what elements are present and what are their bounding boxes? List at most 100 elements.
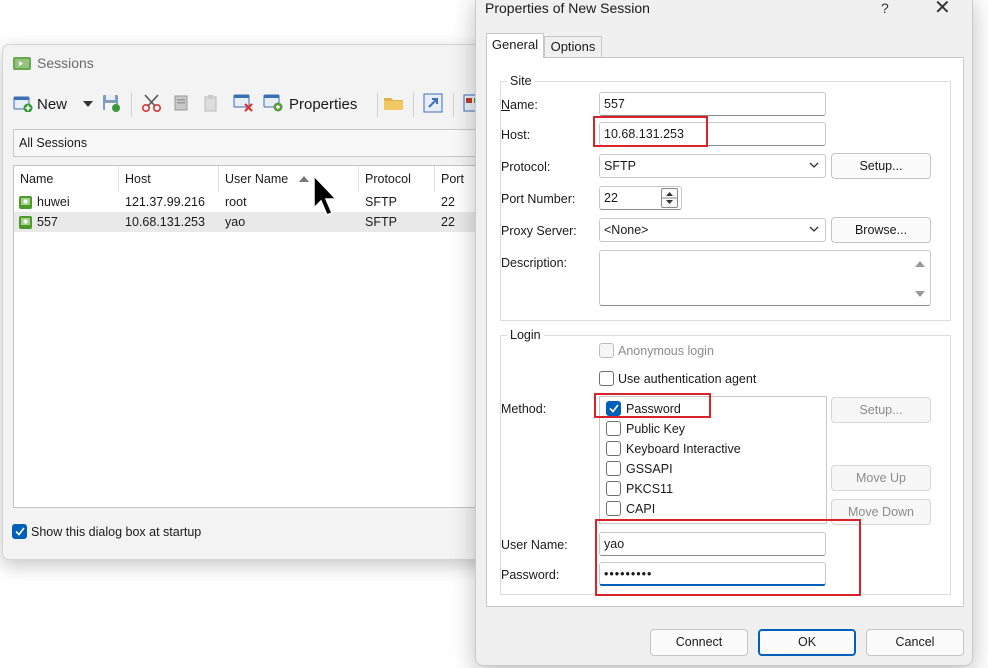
toolbar-separator bbox=[413, 93, 414, 117]
sessions-toolbar: New Properties bbox=[11, 89, 491, 119]
method-label: Method: bbox=[501, 402, 547, 416]
ok-button[interactable]: OK bbox=[758, 629, 856, 656]
chevron-down-icon bbox=[809, 223, 819, 237]
anonymous-login-checkbox[interactable] bbox=[599, 343, 614, 358]
save-icon bbox=[101, 93, 121, 116]
method-label-text: Keyboard Interactive bbox=[626, 441, 741, 456]
properties-label: Properties bbox=[289, 95, 358, 113]
session-row[interactable]: 557 10.68.131.253 yao SFTP 22 bbox=[14, 212, 491, 235]
sort-ascending-icon bbox=[299, 166, 309, 192]
show-at-startup-checkbox[interactable] bbox=[12, 524, 27, 539]
method-gssapi-checkbox[interactable] bbox=[606, 461, 621, 476]
protocol-setup-button[interactable]: Setup... bbox=[831, 153, 931, 179]
site-group-legend: Site bbox=[507, 74, 535, 88]
method-item[interactable]: CAPI bbox=[606, 501, 655, 516]
anonymous-login-row[interactable]: Anonymous login bbox=[599, 343, 714, 358]
name-label: Name: bbox=[501, 98, 538, 112]
properties-button[interactable]: Properties bbox=[263, 93, 357, 115]
name-field[interactable]: 557 bbox=[599, 92, 826, 116]
auth-agent-checkbox[interactable] bbox=[599, 371, 614, 386]
proxy-select[interactable]: <None> bbox=[599, 218, 826, 242]
copy-button[interactable] bbox=[171, 93, 191, 115]
session-protocol: SFTP bbox=[365, 215, 397, 229]
mouse-pointer-icon bbox=[313, 174, 339, 220]
port-spinner[interactable] bbox=[661, 188, 678, 208]
session-user: yao bbox=[225, 215, 246, 229]
session-name: 557 bbox=[37, 215, 58, 229]
connect-button[interactable]: Connect bbox=[650, 629, 748, 656]
column-header-name[interactable]: Name bbox=[14, 166, 119, 192]
cut-button[interactable] bbox=[141, 93, 163, 115]
name-label-text: ame: bbox=[510, 98, 538, 112]
proxy-value: <None> bbox=[604, 223, 649, 237]
auth-agent-row[interactable]: Use authentication agent bbox=[599, 371, 756, 386]
port-field[interactable]: 22 bbox=[599, 186, 682, 210]
method-publickey-checkbox[interactable] bbox=[606, 421, 621, 436]
session-protocol: SFTP bbox=[365, 195, 397, 209]
username-field[interactable]: yao bbox=[599, 532, 826, 556]
protocol-select[interactable]: SFTP bbox=[599, 154, 826, 178]
general-tab-panel: Site Name: 557 Host: 10.68.131.253 Proto… bbox=[486, 57, 964, 607]
protocol-value: SFTP bbox=[604, 159, 636, 173]
show-at-startup-row[interactable]: Show this dialog box at startup bbox=[12, 524, 201, 539]
username-label: User Name: bbox=[501, 538, 568, 552]
delete-button[interactable] bbox=[233, 93, 255, 115]
column-header-protocol[interactable]: Protocol bbox=[359, 166, 435, 192]
new-folder-button[interactable] bbox=[383, 93, 405, 115]
save-session-button[interactable] bbox=[101, 93, 121, 115]
cancel-button[interactable]: Cancel bbox=[866, 629, 964, 656]
method-password-checkbox[interactable] bbox=[606, 401, 621, 416]
auth-agent-label: Use authentication agent bbox=[618, 371, 757, 386]
host-label: Host: bbox=[501, 128, 531, 142]
tab-options[interactable]: Options bbox=[544, 36, 602, 58]
method-keyboard-checkbox[interactable] bbox=[606, 441, 621, 456]
copy-icon bbox=[171, 93, 191, 116]
session-icon bbox=[19, 215, 32, 235]
column-header-username-label: User Name bbox=[225, 172, 289, 186]
password-label: Password: bbox=[501, 568, 560, 582]
method-item[interactable]: Password bbox=[606, 401, 681, 416]
sessions-window: Sessions New Properties All Sessions Nam… bbox=[2, 44, 492, 560]
password-field[interactable]: ••••••••• bbox=[599, 562, 826, 586]
browse-button[interactable]: Browse... bbox=[831, 217, 931, 243]
sessions-titlebar[interactable]: Sessions bbox=[3, 45, 491, 81]
method-item[interactable]: Keyboard Interactive bbox=[606, 441, 741, 456]
session-folder-combo[interactable]: All Sessions bbox=[13, 129, 491, 157]
close-button[interactable]: ✕ bbox=[934, 0, 951, 20]
show-at-startup-label: Show this dialog box at startup bbox=[31, 524, 202, 539]
shortcut-icon bbox=[423, 93, 443, 116]
new-session-button[interactable]: New bbox=[13, 93, 67, 115]
column-header-host[interactable]: Host bbox=[119, 166, 219, 192]
delete-session-icon bbox=[233, 93, 255, 116]
port-value: 22 bbox=[604, 191, 618, 205]
move-down-button[interactable]: Move Down bbox=[831, 499, 931, 525]
new-session-icon bbox=[13, 94, 33, 115]
description-field[interactable] bbox=[599, 250, 931, 306]
method-item[interactable]: PKCS11 bbox=[606, 481, 673, 496]
method-item[interactable]: GSSAPI bbox=[606, 461, 673, 476]
toolbar-separator bbox=[453, 93, 454, 117]
move-up-button[interactable]: Move Up bbox=[831, 465, 931, 491]
method-setup-button[interactable]: Setup... bbox=[831, 397, 931, 423]
create-shortcut-button[interactable] bbox=[423, 93, 443, 115]
method-pkcs11-checkbox[interactable] bbox=[606, 481, 621, 496]
method-label-text: CAPI bbox=[626, 501, 656, 516]
method-label-text: Public Key bbox=[626, 421, 686, 436]
method-capi-checkbox[interactable] bbox=[606, 501, 621, 516]
help-button[interactable]: ? bbox=[881, 0, 889, 16]
sessions-app-icon bbox=[13, 56, 31, 73]
session-port: 22 bbox=[441, 215, 455, 229]
new-dropdown-arrow[interactable] bbox=[83, 93, 93, 115]
sessions-list[interactable]: Name Host User Name Protocol Port huwei … bbox=[13, 165, 491, 508]
method-list[interactable]: Password Public Key Keyboard Interactive… bbox=[599, 396, 827, 524]
session-user: root bbox=[225, 195, 247, 209]
tab-general[interactable]: General bbox=[486, 33, 544, 58]
proxy-label: Proxy Server: bbox=[501, 224, 577, 238]
session-row[interactable]: huwei 121.37.99.216 root SFTP 22 bbox=[14, 192, 491, 212]
method-item[interactable]: Public Key bbox=[606, 421, 685, 436]
description-scrollbar[interactable] bbox=[912, 253, 928, 303]
session-name: huwei bbox=[37, 195, 70, 209]
toolbar-separator bbox=[131, 93, 132, 117]
paste-button[interactable] bbox=[201, 93, 221, 115]
host-field[interactable]: 10.68.131.253 bbox=[599, 122, 826, 146]
